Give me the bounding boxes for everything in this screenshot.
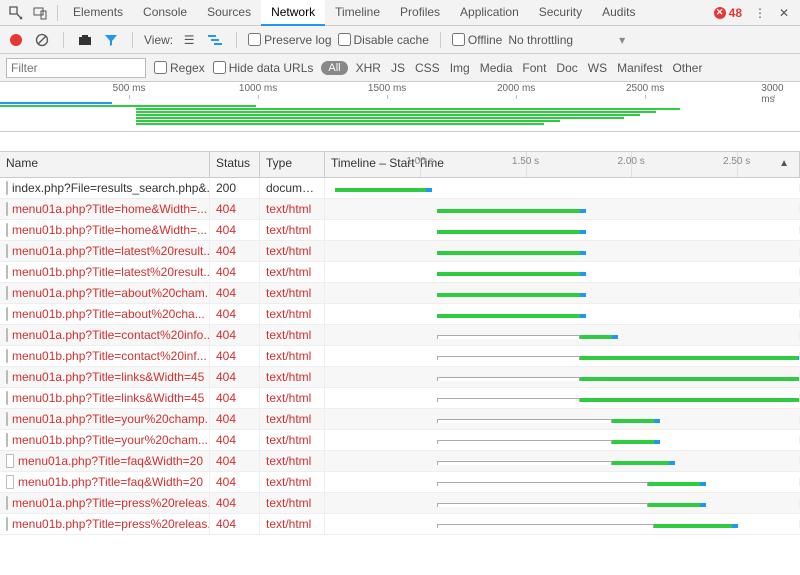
filter-js[interactable]: JS xyxy=(391,61,405,75)
tab-security[interactable]: Security xyxy=(529,0,592,26)
tab-audits[interactable]: Audits xyxy=(592,0,645,26)
throttling-select[interactable]: No throttling xyxy=(508,33,573,47)
file-icon xyxy=(6,391,8,405)
file-icon xyxy=(6,223,8,237)
filter-types: XHR JS CSS Img Media Font Doc WS Manifest Other xyxy=(356,61,703,75)
request-row[interactable]: menu01a.php?Title=about%20cham... 404 te… xyxy=(0,283,800,304)
filter-other[interactable]: Other xyxy=(672,61,702,75)
request-row[interactable]: menu01b.php?Title=press%20releas... 404 … xyxy=(0,514,800,535)
col-name[interactable]: Name xyxy=(0,152,210,177)
filter-ws[interactable]: WS xyxy=(588,61,607,75)
device-mode-icon[interactable] xyxy=(28,1,52,25)
filter-xhr[interactable]: XHR xyxy=(356,61,381,75)
request-row[interactable]: menu01b.php?Title=contact%20inf... 404 t… xyxy=(0,346,800,367)
tab-application[interactable]: Application xyxy=(450,0,529,26)
request-row[interactable]: menu01a.php?Title=links&Width=45 404 tex… xyxy=(0,367,800,388)
tab-elements[interactable]: Elements xyxy=(63,0,133,26)
file-icon xyxy=(6,412,8,426)
close-icon[interactable]: ✕ xyxy=(772,1,796,25)
offline-checkbox[interactable]: Offline xyxy=(452,33,502,47)
filter-all[interactable]: All xyxy=(321,61,347,75)
file-icon xyxy=(6,265,8,279)
request-list: index.php?File=results_search.php&... 20… xyxy=(0,178,800,535)
error-badge[interactable]: ✕48 xyxy=(714,6,742,20)
chevron-down-icon[interactable]: ▾ xyxy=(619,33,625,47)
preserve-log-checkbox[interactable]: Preserve log xyxy=(248,33,331,47)
tab-sources[interactable]: Sources xyxy=(197,0,261,26)
request-row[interactable]: menu01b.php?Title=your%20cham... 404 tex… xyxy=(0,430,800,451)
file-icon xyxy=(6,286,8,300)
view-waterfall-icon[interactable] xyxy=(205,30,225,50)
col-status[interactable]: Status xyxy=(210,152,260,177)
clear-button[interactable] xyxy=(32,30,52,50)
disable-cache-checkbox[interactable]: Disable cache xyxy=(338,33,429,47)
col-type[interactable]: Type xyxy=(260,152,325,177)
file-icon xyxy=(6,181,8,195)
inspect-icon[interactable] xyxy=(4,1,28,25)
hide-data-urls-checkbox[interactable]: Hide data URLs xyxy=(213,61,314,75)
file-icon xyxy=(6,328,8,342)
file-icon xyxy=(6,307,8,321)
tab-profiles[interactable]: Profiles xyxy=(390,0,450,26)
view-list-icon[interactable]: ☰ xyxy=(179,30,199,50)
network-toolbar: View: ☰ Preserve log Disable cache Offli… xyxy=(0,26,800,54)
request-row[interactable]: menu01a.php?Title=press%20releas... 404 … xyxy=(0,493,800,514)
file-icon xyxy=(6,370,8,384)
tab-network[interactable]: Network xyxy=(261,0,325,26)
sort-indicator: ▲ xyxy=(779,158,789,169)
request-row[interactable]: index.php?File=results_search.php&... 20… xyxy=(0,178,800,199)
tab-timeline[interactable]: Timeline xyxy=(325,0,390,26)
error-count: 48 xyxy=(729,6,742,20)
file-icon xyxy=(6,433,8,447)
file-icon xyxy=(6,202,8,216)
overview-ruler[interactable]: 500 ms1000 ms1500 ms2000 ms2500 ms3000 m… xyxy=(0,82,800,132)
file-icon xyxy=(6,496,8,510)
table-header: Name Status Type Timeline – Start Time 1… xyxy=(0,152,800,178)
request-row[interactable]: menu01a.php?Title=latest%20result... 404… xyxy=(0,241,800,262)
file-icon xyxy=(6,349,8,363)
request-row[interactable]: menu01b.php?Title=home&Width=... 404 tex… xyxy=(0,220,800,241)
regex-checkbox[interactable]: Regex xyxy=(154,61,205,75)
request-row[interactable]: menu01a.php?Title=faq&Width=20 404 text/… xyxy=(0,451,800,472)
filter-toggle-icon[interactable] xyxy=(101,30,121,50)
request-row[interactable]: menu01a.php?Title=contact%20info... 404 … xyxy=(0,325,800,346)
request-row[interactable]: menu01b.php?Title=links&Width=45 404 tex… xyxy=(0,388,800,409)
more-icon[interactable]: ⋮ xyxy=(748,1,772,25)
request-row[interactable]: menu01a.php?Title=home&Width=... 404 tex… xyxy=(0,199,800,220)
filter-font[interactable]: Font xyxy=(522,61,546,75)
filter-bar: Regex Hide data URLs All XHR JS CSS Img Medi… xyxy=(0,54,800,82)
filter-media[interactable]: Media xyxy=(480,61,513,75)
col-timeline[interactable]: Timeline – Start Time 1.00 s1.50 s2.00 s… xyxy=(325,152,800,177)
request-row[interactable]: menu01b.php?Title=faq&Width=20 404 text/… xyxy=(0,472,800,493)
record-button[interactable] xyxy=(6,30,26,50)
request-row[interactable]: menu01b.php?Title=latest%20result... 404… xyxy=(0,262,800,283)
panel-tabs: ElementsConsoleSourcesNetworkTimelinePro… xyxy=(63,0,714,26)
filter-input[interactable] xyxy=(6,58,146,78)
filter-img[interactable]: Img xyxy=(450,61,470,75)
file-icon xyxy=(6,244,8,258)
request-row[interactable]: menu01a.php?Title=your%20champ... 404 te… xyxy=(0,409,800,430)
devtools-toolbar: ElementsConsoleSourcesNetworkTimelinePro… xyxy=(0,0,800,26)
filter-doc[interactable]: Doc xyxy=(556,61,577,75)
filter-manifest[interactable]: Manifest xyxy=(617,61,662,75)
capture-screenshot-icon[interactable] xyxy=(75,30,95,50)
file-icon xyxy=(6,454,14,468)
view-label: View: xyxy=(144,33,173,47)
file-icon xyxy=(6,517,8,531)
filter-css[interactable]: CSS xyxy=(415,61,440,75)
file-icon xyxy=(6,475,14,489)
tab-console[interactable]: Console xyxy=(133,0,197,26)
request-row[interactable]: menu01b.php?Title=about%20cha... 404 tex… xyxy=(0,304,800,325)
